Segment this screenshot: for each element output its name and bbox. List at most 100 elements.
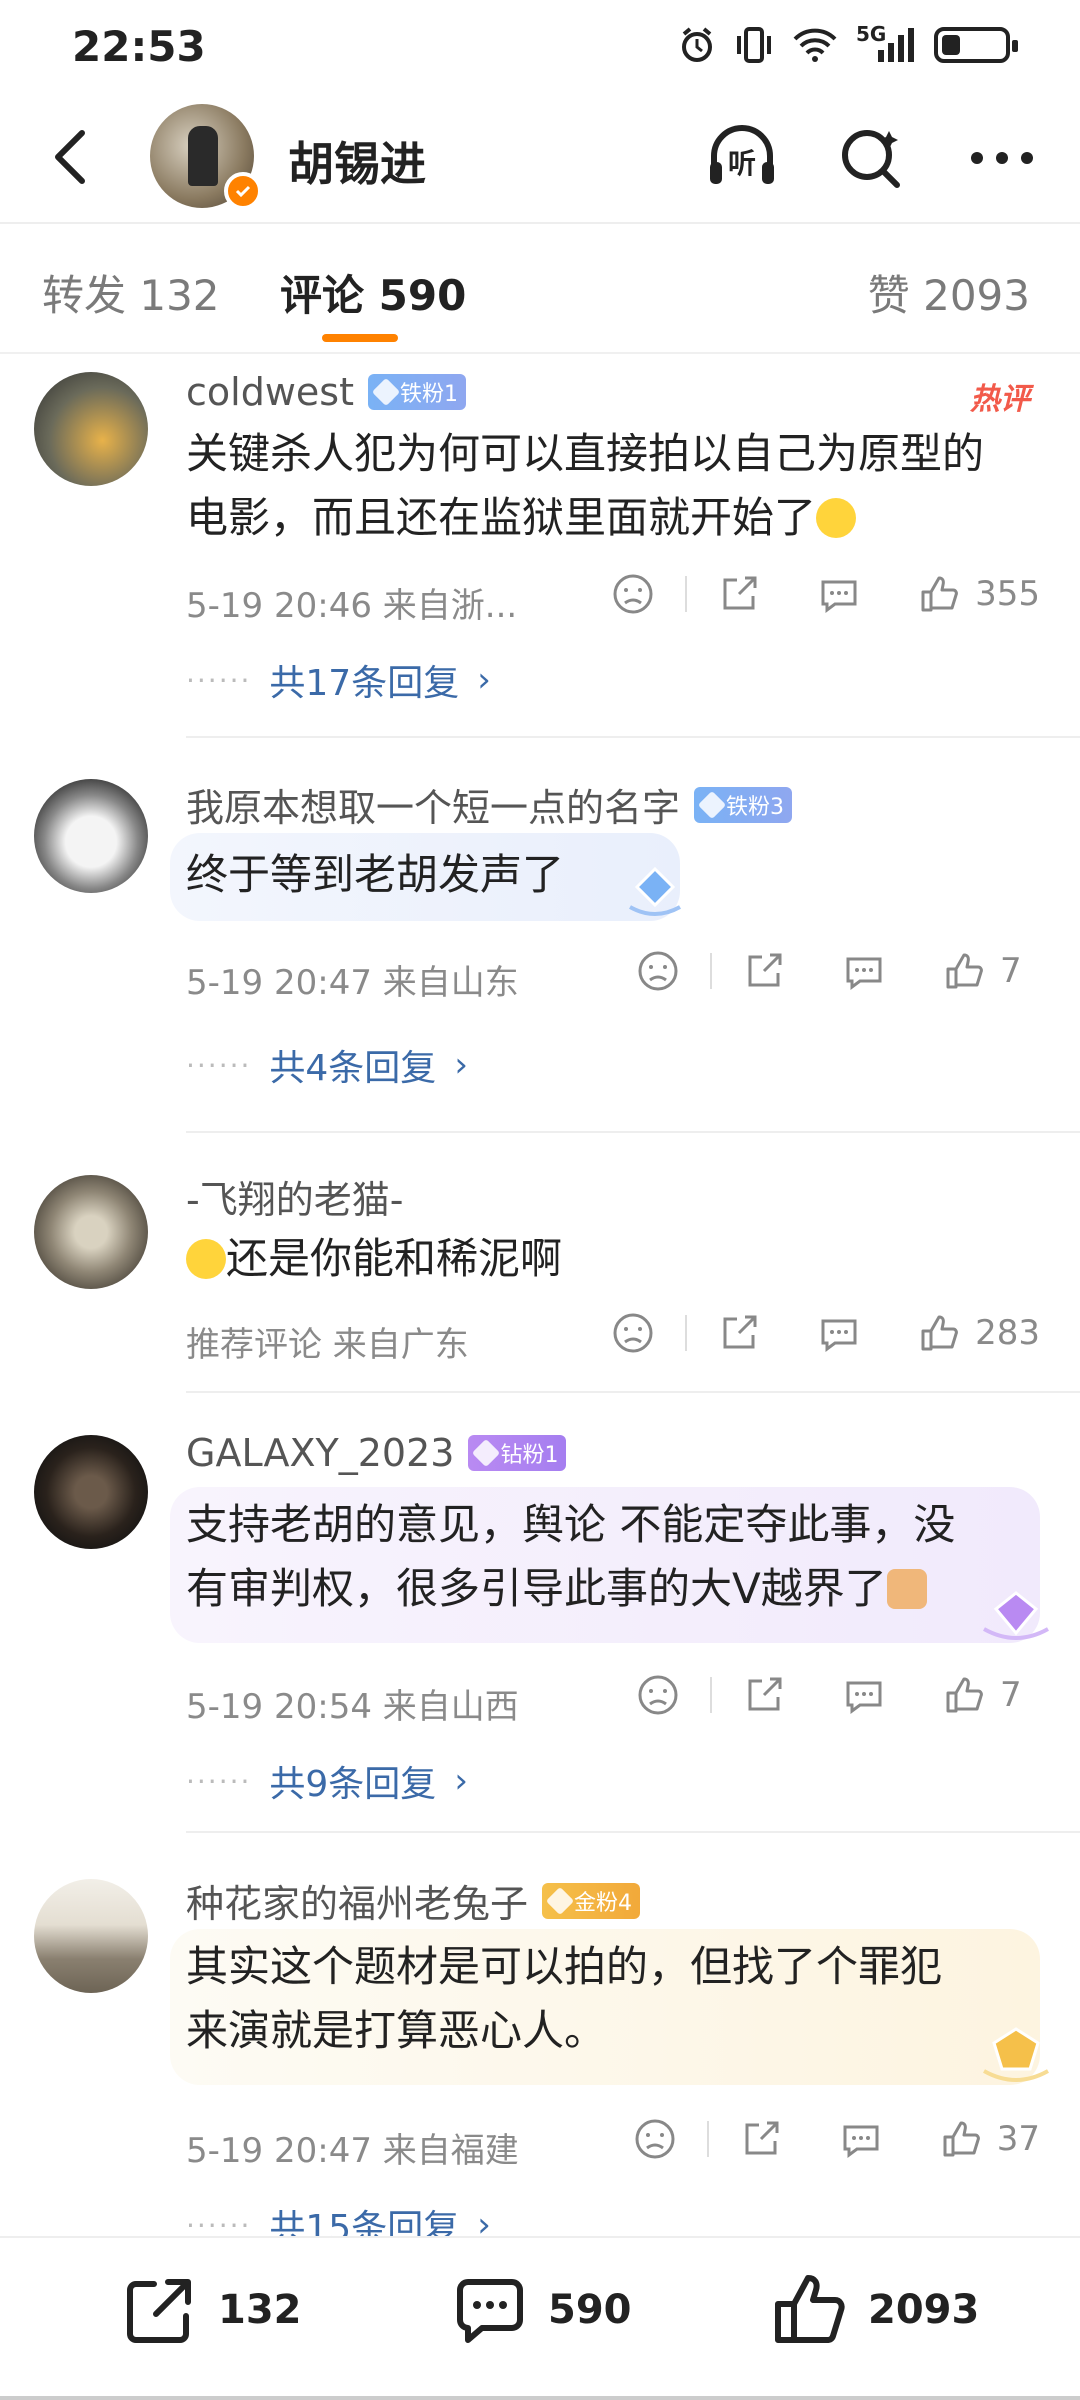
verified-icon: [224, 172, 262, 210]
share-button[interactable]: [742, 949, 786, 993]
commenter-name[interactable]: GALAXY_2023: [186, 1431, 454, 1475]
view-replies-link[interactable]: 共17条回复: [269, 654, 459, 706]
commenter-avatar[interactable]: [34, 1879, 148, 1993]
like-button[interactable]: [942, 949, 986, 993]
comment-bubble-icon: [457, 2279, 523, 2343]
action-separator: [710, 953, 712, 989]
reply-button[interactable]: [839, 2117, 883, 2161]
commenter-avatar[interactable]: [34, 372, 148, 486]
reply-button[interactable]: [842, 1673, 886, 1717]
reply-button[interactable]: [817, 572, 861, 616]
frown-face-icon: [638, 951, 678, 991]
replies-row[interactable]: ······ 共17条回复 ›: [186, 654, 491, 706]
chevron-right-icon: ›: [454, 1761, 468, 1801]
replies-row[interactable]: ······ 共9条回复 ›: [186, 1755, 468, 1807]
diamond-decoration-icon: [629, 866, 681, 916]
back-button[interactable]: [40, 122, 100, 192]
search-icon: [842, 130, 900, 188]
user-name[interactable]: 胡锡进: [288, 128, 426, 194]
share-button[interactable]: [717, 1311, 761, 1355]
like-button[interactable]: [942, 1673, 986, 1717]
share-icon: [745, 2121, 779, 2155]
badge-gem-icon: [697, 790, 727, 819]
status-icons: 5G: [678, 22, 1018, 64]
commenter-avatar[interactable]: [34, 1435, 148, 1549]
share-icon: [748, 1677, 782, 1711]
comment-icon: [843, 2125, 879, 2158]
battery-level: [942, 35, 960, 55]
dislike-button[interactable]: [636, 949, 680, 993]
like-count: 7: [1000, 1675, 1022, 1715]
commenter-avatar[interactable]: [34, 779, 148, 893]
chevron-right-icon: ›: [477, 660, 491, 700]
repost-icon: [127, 2279, 191, 2343]
comment-button[interactable]: 590: [450, 2270, 632, 2350]
comment-header: GALAXY_2023 钻粉1: [186, 1431, 567, 1475]
reply-button[interactable]: [842, 949, 886, 993]
listen-label: 听: [728, 147, 757, 180]
comment-line: 关键杀人犯为何可以直接拍以自己为原型的: [186, 429, 985, 478]
comment-line: 来演就是打算恶心人。: [186, 2006, 607, 2055]
frown-face-icon: [638, 1675, 678, 1715]
more-button[interactable]: [964, 120, 1040, 196]
dislike-button[interactable]: [633, 2117, 677, 2161]
status-time: 22:53: [72, 22, 206, 71]
view-replies-link[interactable]: 共9条回复: [269, 1755, 436, 1807]
commenter-name[interactable]: 种花家的福州老兔子: [186, 1873, 528, 1928]
comment-line: 其实这个题材是可以拍的，但找了个罪犯: [186, 1942, 943, 1991]
gem-decoration-icon: [983, 1591, 1049, 1640]
comment-line: 还是你能和稀泥啊: [226, 1234, 563, 1283]
thumbs-up-icon: [921, 1315, 958, 1351]
view-replies-link[interactable]: 共4条回复: [269, 1039, 436, 1091]
signal-5g-icon: 5G: [856, 22, 916, 64]
tab-comments[interactable]: 评论 590: [280, 262, 466, 323]
fan-badge-label: 铁粉3: [726, 794, 785, 820]
replies-row[interactable]: ······ 共4条回复 ›: [186, 1039, 468, 1091]
thumbs-up-emoji-icon: [886, 1569, 927, 1609]
like-button[interactable]: [917, 572, 961, 616]
listen-button[interactable]: 听: [704, 120, 780, 196]
commenter-name[interactable]: 我原本想取一个短一点的名字: [186, 777, 680, 832]
comment-meta: 推荐评论 来自广东: [186, 1325, 469, 1365]
share-button[interactable]: [717, 572, 761, 616]
fan-badge: 金粉4: [542, 1882, 641, 1919]
tab-likes[interactable]: 赞 2093: [868, 262, 1030, 323]
comment-header: 我原本想取一个短一点的名字 铁粉3: [186, 777, 793, 832]
like-count: 7: [1000, 951, 1022, 991]
share-button[interactable]: [739, 2117, 783, 2161]
tab-repost[interactable]: 转发 132: [42, 262, 220, 323]
comment-icon: [821, 1319, 857, 1352]
dislike-button[interactable]: [611, 572, 655, 616]
comment-header: 种花家的福州老兔子 金粉4: [186, 1873, 641, 1928]
comment-actions: 7: [636, 949, 1040, 993]
share-icon: [723, 1315, 757, 1349]
reply-button[interactable]: [817, 1311, 861, 1355]
badge-gem-icon: [472, 1438, 501, 1468]
comment-text: 终于等到老胡发声了: [186, 843, 564, 907]
commenter-name[interactable]: -飞翔的老猫-: [186, 1169, 403, 1224]
badge-gem-icon: [545, 1886, 575, 1915]
fan-badge: 铁粉3: [694, 786, 793, 823]
commenter-avatar[interactable]: [34, 1175, 148, 1289]
comment-header: coldwest 铁粉1: [186, 370, 466, 414]
battery-icon: [934, 27, 1018, 63]
fan-badge: 钻粉1: [468, 1435, 567, 1471]
comment-actions: 37: [633, 2117, 1040, 2161]
comment-divider: [186, 1131, 1080, 1133]
action-separator: [685, 1315, 688, 1351]
dislike-button[interactable]: [611, 1311, 655, 1355]
dislike-button[interactable]: [636, 1673, 680, 1717]
more-icon: [971, 152, 1033, 164]
like-button[interactable]: [917, 1311, 961, 1355]
share-icon: [748, 953, 782, 987]
share-button[interactable]: [742, 1673, 786, 1717]
tab-bar: 转发 132 评论 590 赞 2093: [0, 222, 1080, 354]
gold-crown-decoration-icon: [983, 2027, 1049, 2082]
like-button[interactable]: [939, 2117, 983, 2161]
home-indicator: [0, 2396, 1080, 2400]
commenter-name[interactable]: coldwest: [186, 370, 354, 414]
search-button[interactable]: [834, 120, 910, 196]
comment-item: GALAXY_2023 钻粉1 支持老胡的意见，舆论 不能定夺此事，没 有审判权，…: [0, 1395, 1080, 1835]
like-post-button[interactable]: 2093: [770, 2270, 979, 2350]
repost-button[interactable]: 132: [120, 2270, 302, 2350]
